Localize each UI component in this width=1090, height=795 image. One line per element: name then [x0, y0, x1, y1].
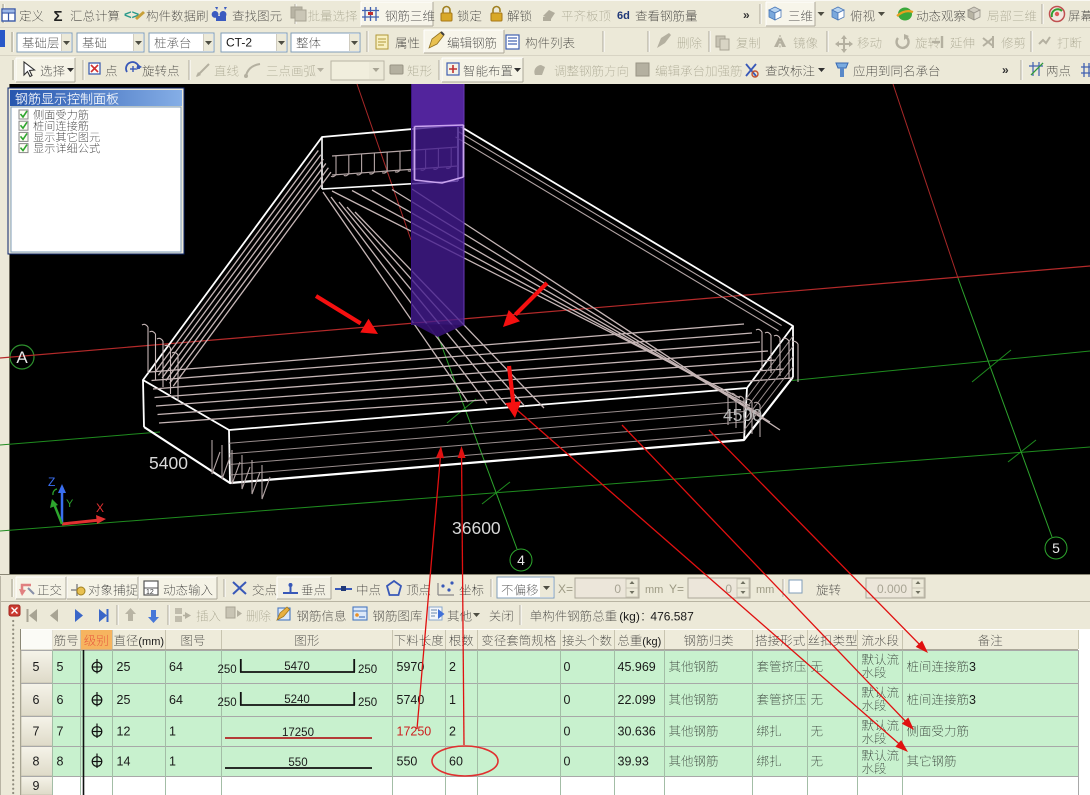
svg-text:36600: 36600 [452, 518, 501, 538]
svg-text:1: 1 [449, 693, 456, 707]
svg-text:2: 2 [449, 725, 456, 739]
svg-text:4500: 4500 [723, 405, 762, 425]
svg-text:5400: 5400 [149, 453, 188, 473]
svg-text:6d: 6d [617, 10, 630, 22]
svg-text:14: 14 [117, 755, 131, 769]
svg-text:0: 0 [564, 755, 571, 769]
svg-text:12: 12 [117, 725, 131, 739]
svg-text:6: 6 [33, 693, 40, 707]
svg-text:1: 1 [169, 725, 176, 739]
svg-text:22.099: 22.099 [618, 693, 656, 707]
svg-text:12: 12 [146, 589, 154, 596]
svg-text:250: 250 [358, 697, 377, 709]
svg-text:Y: Y [66, 498, 74, 510]
svg-text:0: 0 [614, 582, 621, 596]
svg-text:(mm): (mm) [138, 636, 164, 648]
svg-text:0: 0 [564, 693, 571, 707]
svg-text:17250: 17250 [397, 725, 432, 739]
svg-text:60: 60 [449, 755, 463, 769]
svg-text:8: 8 [33, 755, 40, 769]
svg-text:45.969: 45.969 [618, 660, 656, 674]
svg-text:8: 8 [57, 755, 64, 769]
svg-text:30.636: 30.636 [618, 725, 656, 739]
svg-text:»: » [743, 8, 750, 22]
svg-text:6: 6 [57, 693, 64, 707]
svg-text:0: 0 [725, 582, 732, 596]
svg-text:250: 250 [358, 664, 377, 676]
svg-text:5: 5 [57, 660, 64, 674]
svg-text:A: A [16, 348, 28, 367]
svg-text:5: 5 [1052, 540, 1060, 556]
svg-text:Σ: Σ [54, 8, 63, 25]
svg-text:64: 64 [169, 660, 183, 674]
svg-text:Y=: Y= [669, 582, 684, 596]
svg-text:250: 250 [218, 664, 237, 676]
svg-text:250: 250 [218, 697, 237, 709]
svg-text:2: 2 [449, 660, 456, 674]
svg-text:(kg): (kg) [642, 636, 661, 648]
svg-text:X=: X= [558, 582, 573, 596]
svg-text:3: 3 [969, 660, 976, 674]
svg-text:mm: mm [645, 584, 663, 596]
svg-text:1: 1 [169, 755, 176, 769]
svg-text:9: 9 [33, 779, 40, 793]
svg-text:550: 550 [288, 757, 307, 769]
svg-text:5: 5 [33, 660, 40, 674]
svg-text:mm: mm [756, 584, 774, 596]
svg-text:7: 7 [57, 725, 64, 739]
svg-text:CT-2: CT-2 [226, 36, 252, 50]
svg-text:4: 4 [517, 552, 525, 568]
svg-text:5470: 5470 [284, 661, 310, 673]
svg-text:X: X [96, 501, 104, 515]
svg-text:(kg): (kg) [619, 610, 640, 624]
svg-text:0: 0 [564, 725, 571, 739]
svg-text:25: 25 [117, 693, 131, 707]
svg-text:5240: 5240 [284, 694, 310, 706]
svg-text:64: 64 [169, 693, 183, 707]
svg-text:476.587: 476.587 [650, 610, 694, 624]
svg-text:Z: Z [48, 475, 55, 489]
svg-text:5970: 5970 [397, 660, 425, 674]
svg-text:550: 550 [397, 755, 418, 769]
svg-text:3: 3 [969, 693, 976, 707]
svg-text:0: 0 [564, 660, 571, 674]
svg-text:17250: 17250 [282, 727, 314, 739]
svg-text:7: 7 [33, 725, 40, 739]
svg-text:»: » [1002, 63, 1009, 77]
svg-text:0.000: 0.000 [877, 582, 907, 596]
svg-text:25: 25 [117, 660, 131, 674]
svg-text:39.93: 39.93 [618, 755, 649, 769]
